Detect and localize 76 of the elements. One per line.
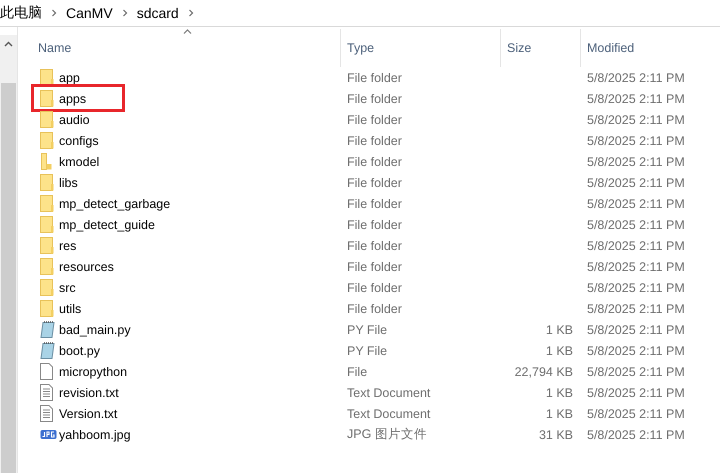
modified-date: 5/8/2025 2:11 PM xyxy=(587,280,685,294)
file-type: File folder xyxy=(347,218,402,232)
modified-date: 5/8/2025 2:11 PM xyxy=(587,154,685,168)
modified-date: 5/8/2025 2:11 PM xyxy=(587,196,685,210)
modified-date: 5/8/2025 2:11 PM xyxy=(587,302,685,316)
chevron-icon[interactable] xyxy=(51,9,57,17)
file-type: File folder xyxy=(347,92,402,106)
modified-date: 5/8/2025 2:11 PM xyxy=(587,344,685,358)
modified-date: 5/8/2025 2:11 PM xyxy=(587,176,685,190)
file-type: File folder xyxy=(347,302,402,316)
file-size: 1 KB xyxy=(546,406,573,420)
file-name[interactable]: app xyxy=(59,70,80,84)
modified-date: 5/8/2025 2:11 PM xyxy=(587,322,685,336)
scrollbar-thumb[interactable] xyxy=(1,83,16,473)
file-name[interactable]: libs xyxy=(59,176,78,190)
file-type: PY File xyxy=(347,322,388,336)
file-name[interactable]: bad_main.py xyxy=(59,322,131,336)
file-type: File folder xyxy=(347,176,402,190)
column-header[interactable]: Modified xyxy=(587,41,634,55)
file-type: File folder xyxy=(347,154,402,168)
file-type: File folder xyxy=(347,70,402,84)
file-type: File xyxy=(347,364,368,378)
scrollbar[interactable] xyxy=(0,35,17,473)
modified-date: 5/8/2025 2:11 PM xyxy=(587,428,685,442)
notepad-icon xyxy=(40,342,57,359)
modified-date: 5/8/2025 2:11 PM xyxy=(587,112,685,126)
file-name[interactable]: micropython xyxy=(59,364,128,378)
modified-date: 5/8/2025 2:11 PM xyxy=(587,218,685,232)
breadcrumb-item[interactable]: 此电脑 xyxy=(0,4,42,22)
chevron-icon[interactable] xyxy=(188,9,194,17)
modified-date: 5/8/2025 2:11 PM xyxy=(587,70,685,84)
modified-date: 5/8/2025 2:11 PM xyxy=(587,260,685,274)
file-name[interactable]: configs xyxy=(59,134,99,148)
file-name[interactable]: kmodel xyxy=(59,154,100,168)
file-type: File folder xyxy=(347,260,402,274)
file-type: PY File xyxy=(347,344,388,358)
file-name[interactable]: mp_detect_guide xyxy=(59,218,155,232)
file-name[interactable]: apps xyxy=(59,92,86,106)
file-type: File folder xyxy=(347,196,402,210)
file-name[interactable]: audio xyxy=(59,112,90,126)
file-type: JPG 图片文件 xyxy=(347,426,427,443)
file-type: File folder xyxy=(347,134,402,148)
file-name[interactable]: resources xyxy=(59,260,114,274)
file-name[interactable]: src xyxy=(59,280,76,294)
modified-date: 5/8/2025 2:11 PM xyxy=(587,134,685,148)
file-size: 22,794 KB xyxy=(514,364,573,378)
modified-date: 5/8/2025 2:11 PM xyxy=(587,238,685,252)
breadcrumb-item[interactable]: sdcard xyxy=(136,5,179,21)
modified-date: 5/8/2025 2:11 PM xyxy=(587,364,685,378)
file-name[interactable]: revision.txt xyxy=(59,386,119,400)
file-name[interactable]: yahboom.jpg xyxy=(59,428,131,442)
file-name[interactable]: utils xyxy=(59,302,82,316)
file-type: Text Document xyxy=(347,386,430,400)
breadcrumb-item[interactable]: CanMV xyxy=(66,5,113,21)
file-type: Text Document xyxy=(347,406,430,420)
file-name[interactable]: boot.py xyxy=(59,344,100,358)
modified-date: 5/8/2025 2:11 PM xyxy=(587,406,685,420)
file-type: File folder xyxy=(347,238,402,252)
file-name[interactable]: mp_detect_garbage xyxy=(59,196,170,210)
image-file-icon xyxy=(40,427,57,442)
file-name[interactable]: Version.txt xyxy=(59,406,118,420)
notepad-icon xyxy=(40,321,57,338)
file-name[interactable]: res xyxy=(59,238,76,252)
file-type: File folder xyxy=(347,280,402,294)
column-header[interactable]: Size xyxy=(507,41,532,55)
file-size: 1 KB xyxy=(546,322,573,336)
modified-date: 5/8/2025 2:11 PM xyxy=(587,92,685,106)
file-size: 1 KB xyxy=(546,386,573,400)
chevron-icon[interactable] xyxy=(122,9,128,17)
scroll-up-icon[interactable] xyxy=(4,41,13,47)
file-type: File folder xyxy=(347,112,402,126)
column-header[interactable]: Type xyxy=(347,41,374,55)
file-size: 31 KB xyxy=(538,428,573,442)
modified-date: 5/8/2025 2:11 PM xyxy=(587,386,685,400)
file-size: 1 KB xyxy=(546,344,573,358)
column-header[interactable]: Name xyxy=(38,41,72,55)
